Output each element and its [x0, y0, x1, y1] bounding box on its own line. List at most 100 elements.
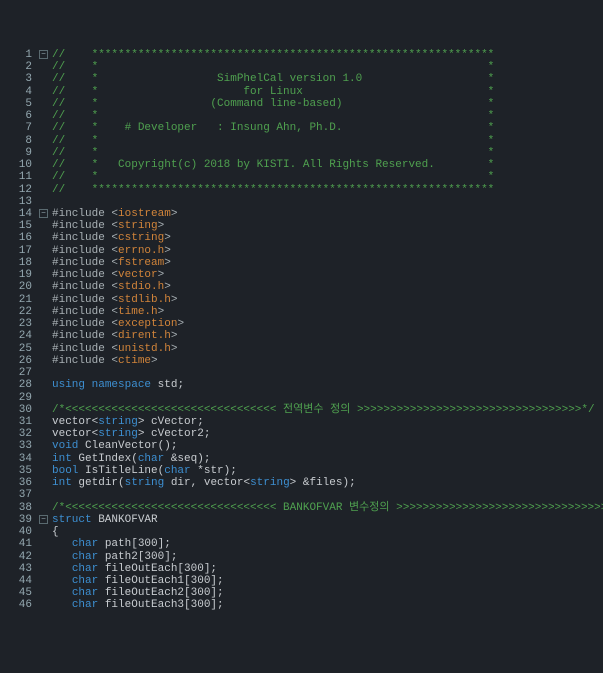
code-token: void	[52, 440, 78, 452]
line-number: 23	[0, 318, 32, 330]
code-line[interactable]: bool IsTitleLine(char *str);	[52, 465, 603, 477]
code-line[interactable]: // * for Linux *	[52, 86, 603, 98]
code-line[interactable]: // * (Command line-based) *	[52, 98, 603, 110]
line-number: 10	[0, 159, 32, 171]
code-token	[52, 575, 72, 587]
code-line[interactable]: // * *	[52, 110, 603, 122]
code-line[interactable]: #include <exception>	[52, 318, 603, 330]
code-line[interactable]: // * *	[52, 147, 603, 159]
code-line[interactable]: #include <errno.h>	[52, 245, 603, 257]
code-line[interactable]	[52, 392, 603, 404]
line-number: 2	[0, 61, 32, 73]
code-token: // * (Command line-based) *	[52, 98, 494, 110]
code-line[interactable]: #include <ctime>	[52, 355, 603, 367]
code-line[interactable]: // * # Developer : Insung Ahn, Ph.D. *	[52, 122, 603, 134]
line-number: 35	[0, 465, 32, 477]
fold-column[interactable]: − − −	[38, 49, 52, 612]
code-line[interactable]: {	[52, 526, 603, 538]
code-token: path[300];	[98, 538, 171, 550]
code-line[interactable]	[52, 367, 603, 379]
code-line[interactable]: int GetIndex(char &seq);	[52, 453, 603, 465]
code-line[interactable]: char fileOutEach[300];	[52, 563, 603, 575]
code-token: // * SimPhelCal version 1.0 *	[52, 73, 494, 85]
code-line[interactable]	[52, 489, 603, 501]
code-token: > &files);	[290, 477, 356, 489]
code-token: >	[164, 232, 171, 244]
code-token: >	[158, 306, 165, 318]
code-token: #include <	[52, 232, 118, 244]
code-editor[interactable]: 1234567891011121314151617181920212223242…	[0, 49, 603, 612]
code-line[interactable]: #include <time.h>	[52, 306, 603, 318]
code-token: cstring	[118, 232, 164, 244]
line-number: 30	[0, 404, 32, 416]
code-line[interactable]: char fileOutEach1[300];	[52, 575, 603, 587]
code-token: >	[164, 245, 171, 257]
fold-toggle-icon[interactable]: −	[39, 515, 48, 524]
code-token: char	[72, 551, 98, 563]
code-line[interactable]: #include <vector>	[52, 269, 603, 281]
line-number: 46	[0, 599, 32, 611]
code-token: #include <	[52, 220, 118, 232]
code-line[interactable]: using namespace std;	[52, 379, 603, 391]
code-line[interactable]: /*<<<<<<<<<<<<<<<<<<<<<<<<<<<<<<<< BANKO…	[52, 502, 603, 514]
code-token: {	[52, 526, 59, 538]
code-token: >	[151, 355, 158, 367]
code-token: #include <	[52, 318, 118, 330]
code-token: char	[72, 599, 98, 611]
code-line[interactable]: char fileOutEach2[300];	[52, 587, 603, 599]
code-token: #include <	[52, 294, 118, 306]
code-token: > cVector;	[138, 416, 204, 428]
line-number: 42	[0, 551, 32, 563]
code-line[interactable]	[52, 196, 603, 208]
code-token: ctime	[118, 355, 151, 367]
code-line[interactable]: char path2[300];	[52, 551, 603, 563]
code-line[interactable]: // *************************************…	[52, 49, 603, 61]
code-token: vector<	[52, 416, 98, 428]
code-line[interactable]: void CleanVector();	[52, 440, 603, 452]
code-token: dir, vector<	[164, 477, 250, 489]
code-line[interactable]: #include <dirent.h>	[52, 330, 603, 342]
code-token: struct	[52, 514, 92, 526]
code-line[interactable]: // * *	[52, 61, 603, 73]
line-number: 19	[0, 269, 32, 281]
code-token: stdio.h	[118, 281, 164, 293]
code-line[interactable]: char path[300];	[52, 538, 603, 550]
code-line[interactable]: vector<string> cVector;	[52, 416, 603, 428]
code-token: bool	[52, 465, 78, 477]
line-number: 29	[0, 392, 32, 404]
line-number: 22	[0, 306, 32, 318]
code-token	[52, 563, 72, 575]
code-line[interactable]: int getdir(string dir, vector<string> &f…	[52, 477, 603, 489]
code-line[interactable]: #include <stdio.h>	[52, 281, 603, 293]
fold-toggle-icon[interactable]: −	[39, 50, 48, 59]
code-token: // * *	[52, 135, 494, 147]
code-line[interactable]: // * Copyright(c) 2018 by KISTI. All Rig…	[52, 159, 603, 171]
code-line[interactable]: // * *	[52, 171, 603, 183]
line-number: 17	[0, 245, 32, 257]
line-number: 43	[0, 563, 32, 575]
code-line[interactable]: vector<string> cVector2;	[52, 428, 603, 440]
code-line[interactable]: char fileOutEach3[300];	[52, 599, 603, 611]
code-line[interactable]: #include <fstream>	[52, 257, 603, 269]
code-token: >	[158, 269, 165, 281]
code-line[interactable]: #include <stdlib.h>	[52, 294, 603, 306]
code-token: iostream	[118, 208, 171, 220]
line-number: 15	[0, 220, 32, 232]
code-line[interactable]: // * *	[52, 135, 603, 147]
code-line[interactable]: /*<<<<<<<<<<<<<<<<<<<<<<<<<<<<<<<< 전역변수 …	[52, 404, 603, 416]
code-token: vector<	[52, 428, 98, 440]
fold-toggle-icon[interactable]: −	[39, 209, 48, 218]
code-line[interactable]: // * SimPhelCal version 1.0 *	[52, 73, 603, 85]
code-token: string	[118, 220, 158, 232]
code-line[interactable]: #include <iostream>	[52, 208, 603, 220]
code-line[interactable]: #include <string>	[52, 220, 603, 232]
line-number: 31	[0, 416, 32, 428]
code-line[interactable]: // *************************************…	[52, 184, 603, 196]
code-token: BANKOFVAR	[92, 514, 158, 526]
code-line[interactable]: #include <unistd.h>	[52, 343, 603, 355]
code-token: GetIndex(	[72, 453, 138, 465]
code-token: string	[125, 477, 165, 489]
code-line[interactable]: #include <cstring>	[52, 232, 603, 244]
code-line[interactable]: struct BANKOFVAR	[52, 514, 603, 526]
code-area[interactable]: // *************************************…	[52, 49, 603, 612]
